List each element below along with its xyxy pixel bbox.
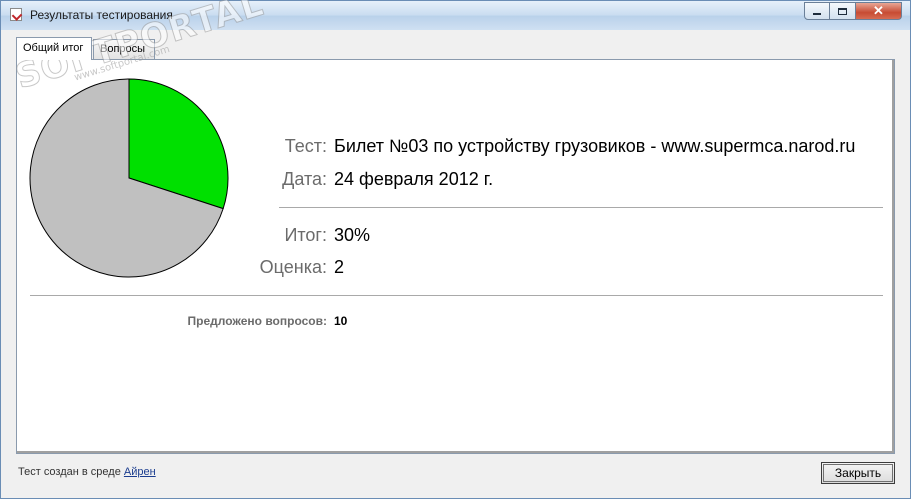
test-value: Билет №03 по устройству грузовиков - www… [334,136,856,156]
caption-buttons: ✕ [804,2,902,20]
questions-value: 10 [334,314,348,328]
separator-bottom [30,295,883,296]
title-bar[interactable]: Результаты тестирования ✕ [1,1,910,30]
window-title: Результаты тестирования [30,8,173,22]
result-value: 30% [334,225,371,245]
results-window: Результаты тестирования ✕ Общий итог Воп… [0,0,911,499]
grade-label: Оценка: [259,257,327,277]
created-prefix: Тест создан в среде [18,466,124,478]
test-label: Тест: [284,136,327,156]
created-with-note: Тест создан в среде Айрен [18,466,156,478]
tab-summary[interactable]: Общий итог [16,37,92,60]
maximize-button[interactable] [830,2,856,20]
date-label: Дата: [282,169,327,189]
close-icon: ✕ [873,3,884,18]
close-button[interactable]: Закрыть [821,462,895,484]
app-icon [10,8,22,21]
grade-value: 2 [334,257,345,277]
minimize-button[interactable] [804,2,830,20]
summary-panel: Тест: Билет №03 по устройству грузовиков… [16,59,895,454]
tab-questions[interactable]: Вопросы [93,39,155,60]
result-label: Итог: [284,225,327,245]
close-window-button[interactable]: ✕ [856,2,902,20]
separator-top [279,207,883,208]
maximize-icon [838,7,847,15]
date-value: 24 февраля 2012 г. [334,169,494,189]
questions-label: Предложено вопросов: [187,314,328,328]
minimize-icon [813,13,821,15]
airen-link[interactable]: Айрен [124,466,156,478]
